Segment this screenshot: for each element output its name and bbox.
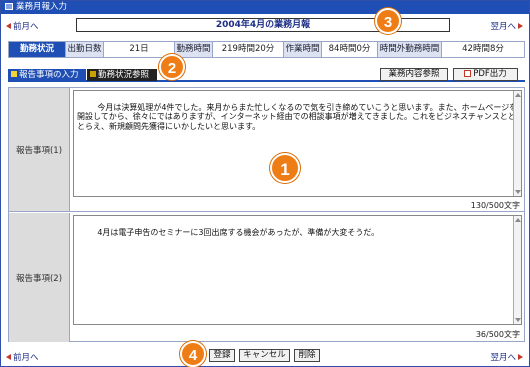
tab-marker-icon [11, 71, 17, 77]
scroll-down-icon [515, 318, 521, 322]
scroll-up-icon [515, 218, 521, 222]
next-month-link-top[interactable]: 翌月へ [490, 20, 523, 32]
report-textarea-2[interactable]: 4月は電子申告のセミナーに3回出席する機会があったが、準備が大変そうだ。 [73, 215, 522, 325]
stat-value: 84時間0分 [321, 42, 377, 57]
prev-month-link-top[interactable]: 前月へ [6, 20, 39, 32]
stat-value: 21日 [103, 42, 174, 57]
scrollbar[interactable] [513, 91, 521, 196]
stat-label: 勤務時間 [174, 42, 212, 57]
stat-label: 作業時間 [283, 42, 321, 57]
callout-badge-4: 4 [180, 341, 206, 367]
callout-badge-3: 3 [375, 8, 401, 34]
pdf-icon [464, 70, 472, 77]
left-arrow-icon [6, 23, 11, 29]
scrollbar[interactable] [513, 216, 521, 324]
callout-badge-1: 1 [270, 153, 300, 183]
right-arrow-icon [518, 23, 523, 29]
register-button[interactable]: 登録 [209, 349, 235, 362]
scroll-down-icon [515, 190, 521, 194]
delete-button[interactable]: 削除 [294, 349, 320, 362]
report-label-2: 報告事項(2) [9, 213, 70, 342]
scroll-up-icon [515, 93, 521, 97]
tab-report-input[interactable]: 報告事項の入力 [8, 69, 86, 81]
stat-value: 219時間20分 [212, 42, 283, 57]
char-count-1: 130/500文字 [470, 201, 520, 210]
report-section-1: 報告事項(1) 今月は決算処理が4件でした。来月からまた忙しくなるので気を引き締… [9, 88, 524, 212]
next-month-link-bottom[interactable]: 翌月へ [490, 351, 523, 363]
right-arrow-icon [518, 354, 523, 360]
tab-attendance-reference[interactable]: 勤務状況参照 [87, 69, 157, 81]
report-section-2: 報告事項(2) 4月は電子申告のセミナーに3回出席する機会があったが、準備が大変… [9, 213, 524, 342]
stat-label: 出勤日数 [65, 42, 103, 57]
stats-heading: 勤務状況 [9, 42, 65, 57]
callout-badge-2: 2 [159, 54, 185, 80]
left-arrow-icon [6, 354, 11, 360]
monthly-report-window: 業務月報入力 前月へ 2004年4月の業務月報 翌月へ 勤務状況 出勤日数 21… [0, 0, 530, 367]
char-count-2: 36/500文字 [475, 330, 520, 339]
work-content-reference-button[interactable]: 業務内容参照 [380, 68, 448, 81]
window-titlebar: 業務月報入力 [1, 1, 529, 14]
tab-marker-icon [90, 71, 96, 77]
window-icon [5, 3, 13, 10]
pdf-export-button[interactable]: PDF出力 [453, 68, 518, 81]
report-textarea-1[interactable]: 今月は決算処理が4件でした。来月からまた忙しくなるので気を引き締めていこうと思い… [73, 90, 522, 197]
window-title: 業務月報入力 [16, 2, 68, 12]
report-form: 報告事項(1) 今月は決算処理が4件でした。来月からまた忙しくなるので気を引き締… [8, 87, 525, 342]
prev-month-link-bottom[interactable]: 前月へ [6, 351, 39, 363]
top-month-nav: 前月へ 2004年4月の業務月報 翌月へ [4, 17, 526, 33]
cancel-button[interactable]: キャンセル [239, 349, 290, 362]
attendance-stats-bar: 勤務状況 出勤日数 21日 勤務時間 219時間20分 作業時間 84時間0分 … [8, 41, 525, 58]
report-label-1: 報告事項(1) [9, 88, 70, 211]
stat-value: 42時間8分 [441, 42, 524, 57]
stat-label: 時間外勤務時間 [377, 42, 441, 57]
